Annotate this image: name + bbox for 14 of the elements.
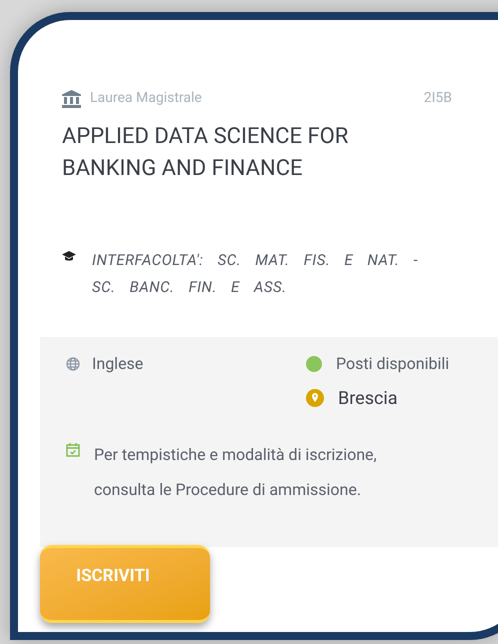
course-code: 2I5B	[424, 89, 452, 108]
enroll-button[interactable]: ISCRIVITI	[40, 545, 210, 623]
faculty-text: INTERFACOLTA': SC. MAT. FIS. E NAT. - SC. BANC. FIN. E ASS.	[92, 250, 419, 298]
degree-type: Laurea Magistrale	[90, 89, 202, 108]
graduation-cap-icon	[62, 251, 76, 262]
admission-note: Per tempistiche e modalità di iscrizione, consulta le Procedure di ammissione.	[94, 444, 378, 501]
availability-label: Posti disponibili	[336, 353, 450, 375]
location-pin-icon	[306, 389, 324, 407]
language-label: Inglese	[92, 353, 144, 375]
course-title: APPLIED DATA SCIENCE FOR BANKING AND FINANCE	[62, 123, 350, 183]
location-label: Brescia	[338, 386, 398, 410]
globe-icon	[66, 357, 80, 371]
bank-icon	[62, 90, 81, 108]
calendar-icon	[66, 443, 80, 457]
